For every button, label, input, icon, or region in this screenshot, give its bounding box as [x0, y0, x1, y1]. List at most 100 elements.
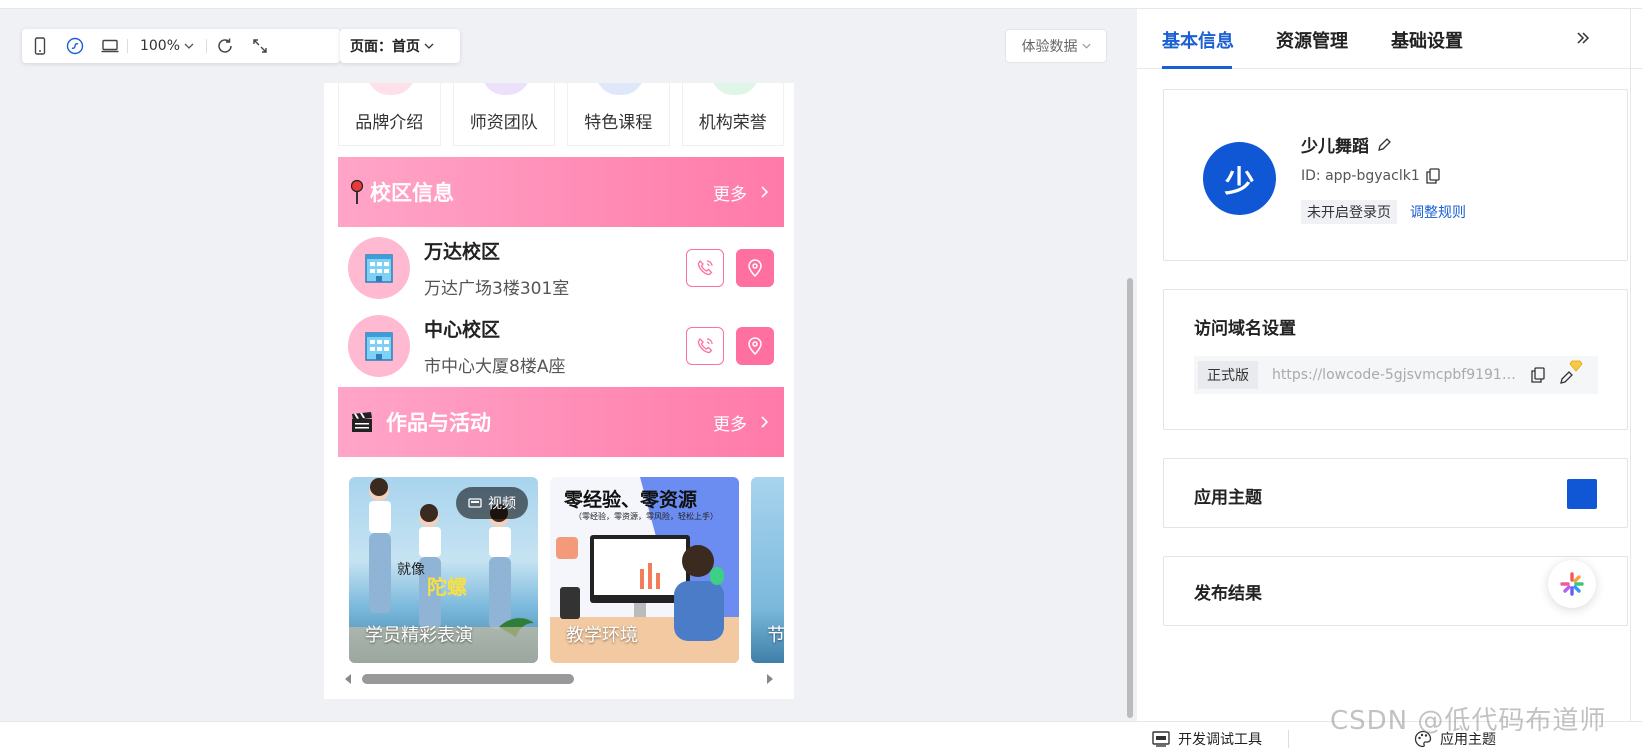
nav-card-label: 机构荣誉 [698, 113, 767, 133]
works-section-title: 作品与活动 [386, 411, 491, 435]
work-card[interactable]: 零经验、零资源 （零经验，零资源，零风险，轻松上手） 教学环境 [550, 477, 739, 663]
premium-diamond-icon [1569, 360, 1583, 372]
more-label: 更多 [713, 184, 747, 205]
location-icon [748, 337, 762, 355]
phone-icon [697, 337, 713, 354]
work-subline: （零经验，零资源，零风险，轻松上手） [574, 512, 718, 521]
nav-card-courses[interactable]: 特色课程 [567, 83, 670, 146]
campus-item[interactable]: 中心校区 市中心大厦8楼A座 [338, 305, 784, 387]
page-select[interactable]: 页面：首页 [340, 29, 460, 63]
work-card[interactable]: 节 [751, 477, 784, 663]
carousel-scrollbar[interactable] [342, 671, 778, 687]
publish-result-title: 发布结果 [1194, 584, 1262, 604]
app-theme-title: 应用主题 [1194, 488, 1262, 508]
chevron-down-icon [184, 43, 194, 49]
works-more-link[interactable]: 更多 [713, 410, 768, 435]
campus-name: 中心校区 [424, 319, 501, 341]
app-id-row: ID: app-bgyaclk1 [1301, 168, 1440, 184]
nav-card-icon [710, 83, 759, 95]
campus-address: 万达广场3楼301室 [424, 279, 570, 299]
edit-pencil-icon [1560, 371, 1573, 384]
call-button[interactable] [686, 327, 724, 365]
work-card-label: 教学环境 [566, 625, 638, 646]
app-name: 少儿舞蹈 [1301, 137, 1369, 157]
video-icon [468, 498, 482, 508]
top-border [0, 0, 1642, 9]
phone-preview: 品牌介绍 师资团队 特色课程 机构荣誉 校区信息 更多 万达校区 万达广场3楼3… [324, 83, 794, 699]
zoom-value: 100% [139, 38, 181, 54]
copy-icon[interactable] [1531, 367, 1545, 383]
more-label: 更多 [713, 414, 747, 435]
tab-basic-info[interactable]: 基本信息 [1162, 27, 1234, 53]
chevron-right-icon [761, 416, 768, 428]
work-card[interactable]: 就像 陀螺 视频 学员精彩表演 [349, 477, 538, 663]
nav-card-icon [596, 83, 644, 95]
adjust-rules-link[interactable]: 调整规则 [1410, 202, 1466, 222]
campus-address: 市中心大厦8楼A座 [424, 357, 566, 377]
chevron-right-icon [761, 186, 768, 198]
nav-card-row: 品牌介绍 师资团队 特色课程 机构荣誉 [338, 83, 784, 146]
app-theme-card: 应用主题 [1163, 458, 1628, 528]
pin-icon [350, 179, 364, 204]
collapse-panel-icon[interactable] [1576, 31, 1590, 45]
devtools-icon [1152, 731, 1170, 747]
work-caption-highlight: 陀螺 [427, 575, 467, 599]
nav-card-teachers[interactable]: 师资团队 [452, 83, 555, 146]
properties-panel: 基本信息 资源管理 基础设置 少 少儿舞蹈 ID: app-bgyaclk1 未… [1137, 9, 1642, 721]
work-caption-text: 就像 [397, 562, 425, 578]
scroll-right-arrow-icon[interactable] [766, 673, 774, 685]
edit-pencil-icon[interactable] [1377, 137, 1392, 152]
scroll-thumb[interactable] [362, 674, 574, 684]
statusbar-divider [1288, 730, 1289, 748]
app-id: ID: app-bgyaclk1 [1301, 168, 1420, 184]
location-icon [748, 259, 762, 277]
page-select-label: 页面：首页 [350, 39, 420, 55]
call-button[interactable] [686, 249, 724, 287]
campus-more-link[interactable]: 更多 [713, 180, 768, 205]
tab-resource-management[interactable]: 资源管理 [1276, 27, 1348, 53]
experience-data-select[interactable]: 体验数据 [1005, 29, 1107, 63]
domain-row: 正式版 https://lowcode-5gjsvmcpbf91914b... [1194, 356, 1598, 394]
nav-card-label: 特色课程 [584, 113, 653, 133]
works-section-header: 作品与活动 更多 [338, 387, 784, 457]
work-headline: 零经验、零资源 [564, 489, 698, 511]
mobile-device-icon[interactable] [22, 29, 57, 63]
campus-item[interactable]: 万达校区 万达广场3楼301室 [338, 227, 784, 309]
nav-card-icon [481, 83, 530, 95]
refresh-icon[interactable] [207, 29, 242, 63]
clapperboard-icon [352, 412, 372, 432]
campus-section-title: 校区信息 [370, 181, 454, 205]
ai-assistant-button[interactable] [1548, 560, 1596, 608]
scroll-left-arrow-icon[interactable] [344, 673, 352, 685]
nav-card-brand[interactable]: 品牌介绍 [338, 83, 441, 146]
version-tag: 正式版 [1198, 361, 1258, 389]
work-card-label: 节 [767, 625, 784, 646]
app-logo: 少 [1203, 142, 1276, 215]
tab-basic-settings[interactable]: 基础设置 [1391, 27, 1463, 53]
building-icon [348, 237, 410, 299]
ai-assistant-icon [1560, 572, 1584, 596]
nav-card-icon [367, 83, 415, 95]
login-status-tag: 未开启登录页 [1301, 200, 1397, 224]
desktop-device-icon[interactable] [92, 29, 127, 63]
theme-color-swatch[interactable] [1567, 479, 1597, 509]
edit-domain-button[interactable] [1559, 360, 1585, 386]
phone-icon [697, 259, 713, 276]
panel-scroll-edge [1630, 9, 1631, 721]
location-button[interactable] [736, 249, 774, 287]
active-tab-indicator [1162, 66, 1232, 69]
campus-section-header: 校区信息 更多 [338, 157, 784, 227]
dev-tools-button[interactable]: 开发调试工具 [1152, 729, 1262, 749]
video-badge: 视频 [456, 487, 528, 519]
works-carousel[interactable]: 就像 陀螺 视频 学员精彩表演 零经验、零资源 （零经验，零资源，零风险，轻松上… [349, 477, 784, 663]
location-button[interactable] [736, 327, 774, 365]
experience-data-label: 体验数据 [1021, 39, 1078, 55]
fullscreen-icon[interactable] [242, 29, 277, 63]
copy-icon[interactable] [1426, 168, 1440, 184]
campus-name: 万达校区 [424, 241, 501, 263]
miniprogram-device-icon[interactable] [57, 29, 92, 63]
canvas-vertical-scrollbar[interactable] [1127, 278, 1133, 718]
nav-card-honors[interactable]: 机构荣誉 [681, 83, 784, 146]
zoom-select[interactable]: 100% [128, 38, 206, 54]
domain-url[interactable]: https://lowcode-5gjsvmcpbf91914b... [1272, 367, 1517, 383]
